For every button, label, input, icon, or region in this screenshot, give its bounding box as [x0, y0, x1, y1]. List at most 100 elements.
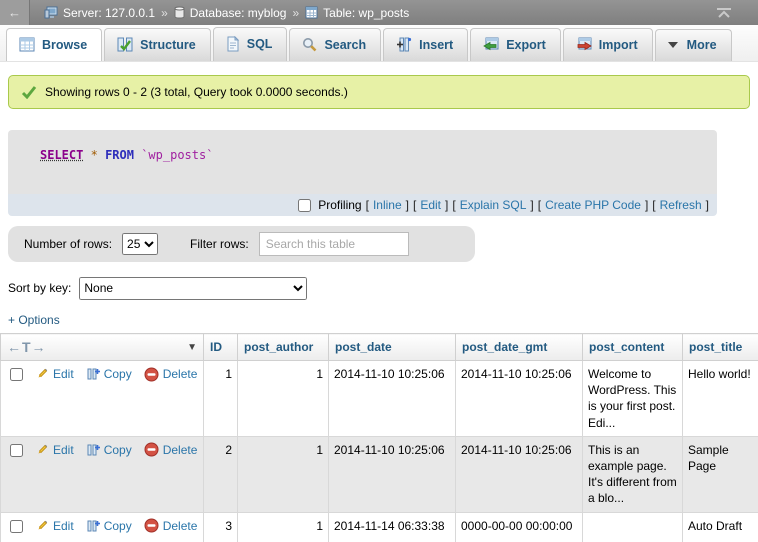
breadcrumb-separator: » — [292, 6, 299, 20]
edit-row-link[interactable]: Edit — [53, 518, 74, 534]
row-select-checkbox[interactable] — [10, 520, 23, 533]
cell-post-date: 2014-11-10 10:25:06 — [329, 361, 456, 437]
column-header-post-date[interactable]: post_date — [329, 334, 456, 361]
tab-more[interactable]: More — [655, 29, 732, 61]
breadcrumb-database-label: Database: myblog — [190, 6, 287, 20]
sql-keyword-select[interactable]: SELECT — [40, 148, 83, 162]
sql-star: * — [91, 148, 98, 162]
column-header-post-date-gmt[interactable]: post_date_gmt — [456, 334, 583, 361]
cell-post-date-gmt: 0000-00-00 00:00:00 — [456, 512, 583, 542]
bracket: [ — [652, 198, 655, 212]
success-check-icon — [21, 85, 37, 99]
profiling-label: Profiling — [318, 198, 361, 212]
bracket: [ — [538, 198, 541, 212]
tab-import-label: Import — [599, 38, 638, 52]
copy-row-link[interactable]: Copy — [104, 442, 132, 458]
cell-post-content: This is an example page. It's different … — [583, 436, 683, 512]
filter-rows-input[interactable] — [259, 232, 409, 256]
browse-icon — [19, 37, 35, 52]
table-icon — [305, 6, 318, 19]
explain-sql-link[interactable]: Explain SQL — [460, 198, 527, 212]
chevron-down-icon — [668, 42, 678, 48]
sort-by-key-label: Sort by key: — [8, 281, 71, 295]
cell-post-author: 1 — [238, 436, 329, 512]
row-select-checkbox[interactable] — [10, 444, 23, 457]
tab-browse[interactable]: Browse — [6, 28, 102, 61]
breadcrumb-table[interactable]: Table: wp_posts — [305, 6, 409, 20]
column-visibility-control[interactable]: ←T→ — [7, 339, 47, 355]
breadcrumb-table-label: Table: wp_posts — [323, 6, 409, 20]
search-icon — [302, 37, 317, 52]
import-icon — [576, 37, 592, 52]
column-header-post-author[interactable]: post_author — [238, 334, 329, 361]
breadcrumb-server-label: Server: 127.0.0.1 — [63, 6, 155, 20]
inline-link[interactable]: Inline — [373, 198, 402, 212]
bracket: ] — [645, 198, 648, 212]
delete-row-link[interactable]: Delete — [163, 518, 198, 534]
edit-pencil-icon — [35, 519, 49, 533]
options-toggle-link[interactable]: + Options — [8, 313, 60, 327]
row-actions-cell: Edit Copy Delete — [1, 361, 204, 437]
collapse-sidebar-button[interactable]: ← — [0, 0, 30, 25]
cell-post-date-gmt: 2014-11-10 10:25:06 — [456, 361, 583, 437]
bracket: [ — [366, 198, 369, 212]
bracket: ] — [706, 198, 709, 212]
breadcrumb-server[interactable]: Server: 127.0.0.1 — [44, 6, 155, 20]
sort-controls: Sort by key: None — [8, 276, 758, 300]
delete-row-link[interactable]: Delete — [163, 442, 198, 458]
refresh-link[interactable]: Refresh — [660, 198, 702, 212]
edit-row-link[interactable]: Edit — [53, 366, 74, 382]
profiling-checkbox[interactable] — [298, 199, 311, 212]
tab-export[interactable]: Export — [470, 28, 561, 61]
sort-by-key-select[interactable]: None — [79, 277, 307, 300]
tab-import[interactable]: Import — [563, 28, 653, 61]
cell-post-content: Welcome to WordPress. This is your first… — [583, 361, 683, 437]
sql-table-identifier: `wp_posts` — [141, 148, 213, 162]
export-icon — [483, 37, 499, 52]
sql-query-text: SELECT * FROM `wp_posts` — [8, 130, 717, 194]
tab-structure[interactable]: Structure — [104, 28, 211, 61]
tab-insert[interactable]: Insert — [383, 28, 468, 61]
number-of-rows-select[interactable]: 25 — [122, 233, 158, 255]
actions-dropdown-icon[interactable]: ▼ — [187, 342, 197, 353]
sql-query-box: SELECT * FROM `wp_posts` Profiling [ Inl… — [8, 130, 717, 216]
sql-keyword-from: FROM — [105, 148, 134, 162]
cell-post-author: 1 — [238, 512, 329, 542]
table-tabs: Browse Structure SQL Search Insert Expor… — [0, 25, 758, 62]
bracket: ] — [406, 198, 409, 212]
delete-row-link[interactable]: Delete — [163, 366, 198, 382]
cell-post-content — [583, 512, 683, 542]
status-message-text: Showing rows 0 - 2 (3 total, Query took … — [45, 85, 348, 99]
table-row: Edit Copy Delete 2 1 2014-11-10 10:25:06… — [1, 436, 758, 512]
edit-pencil-icon — [35, 367, 49, 381]
server-icon — [44, 6, 58, 19]
row-controls-bar: Number of rows: 25 Filter rows: — [8, 226, 475, 262]
edit-row-link[interactable]: Edit — [53, 442, 74, 458]
column-header-id[interactable]: ID — [204, 334, 238, 361]
create-php-code-link[interactable]: Create PHP Code — [545, 198, 641, 212]
column-header-post-title[interactable]: post_title — [683, 334, 758, 361]
delete-row-icon — [144, 367, 159, 382]
tab-browse-label: Browse — [42, 38, 87, 52]
tab-search[interactable]: Search — [289, 28, 381, 61]
tab-sql[interactable]: SQL — [213, 27, 288, 61]
delete-row-icon — [144, 442, 159, 457]
copy-row-link[interactable]: Copy — [104, 366, 132, 382]
row-actions-cell: Edit Copy Delete — [1, 512, 204, 542]
column-header-post-content[interactable]: post_content — [583, 334, 683, 361]
row-actions-cell: Edit Copy Delete — [1, 436, 204, 512]
copy-row-icon — [86, 443, 100, 457]
breadcrumb: Server: 127.0.0.1 » Database: myblog » T… — [30, 6, 716, 20]
cell-post-date: 2014-11-14 06:33:38 — [329, 512, 456, 542]
breadcrumb-database[interactable]: Database: myblog — [174, 6, 287, 20]
bracket: [ — [413, 198, 416, 212]
cell-post-date-gmt: 2014-11-10 10:25:06 — [456, 436, 583, 512]
tab-sql-label: SQL — [247, 37, 273, 51]
bracket: ] — [530, 198, 533, 212]
copy-row-link[interactable]: Copy — [104, 518, 132, 534]
server-breadcrumb-bar: ← Server: 127.0.0.1 » Database: myblog »… — [0, 0, 758, 25]
collapse-topbar-icon[interactable] — [716, 7, 732, 19]
table-row: Edit Copy Delete 1 1 2014-11-10 10:25:06… — [1, 361, 758, 437]
edit-query-link[interactable]: Edit — [420, 198, 441, 212]
row-select-checkbox[interactable] — [10, 368, 23, 381]
